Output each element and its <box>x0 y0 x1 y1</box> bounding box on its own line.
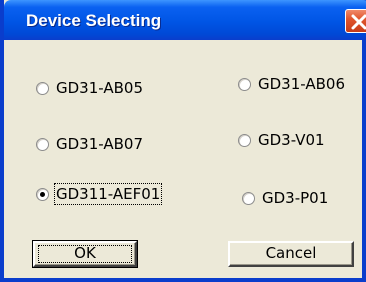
radio-label: GD311-AEF01 <box>53 183 163 205</box>
radio-label: GD31-AB06 <box>258 75 345 93</box>
radio-button[interactable] <box>36 82 49 95</box>
radio-button[interactable] <box>242 192 255 205</box>
close-icon <box>351 14 366 30</box>
cancel-button[interactable]: Cancel <box>228 241 354 267</box>
radio-label: GD31-AB07 <box>56 135 143 153</box>
window-title: Device Selecting <box>26 11 162 30</box>
close-button[interactable] <box>345 9 366 33</box>
radio-button[interactable] <box>238 78 251 91</box>
radio-label: GD3-V01 <box>258 131 325 149</box>
focus-rectangle <box>38 245 132 263</box>
cancel-button-label: Cancel <box>265 244 317 262</box>
radio-button[interactable] <box>36 138 49 151</box>
ok-button[interactable]: OK <box>32 240 138 268</box>
radio-button-selected[interactable] <box>36 188 49 201</box>
radio-label: GD31-AB05 <box>56 79 143 97</box>
title-bar[interactable]: Device Selecting <box>4 0 366 40</box>
radio-button[interactable] <box>238 134 251 147</box>
radio-label: GD3-P01 <box>262 189 329 207</box>
